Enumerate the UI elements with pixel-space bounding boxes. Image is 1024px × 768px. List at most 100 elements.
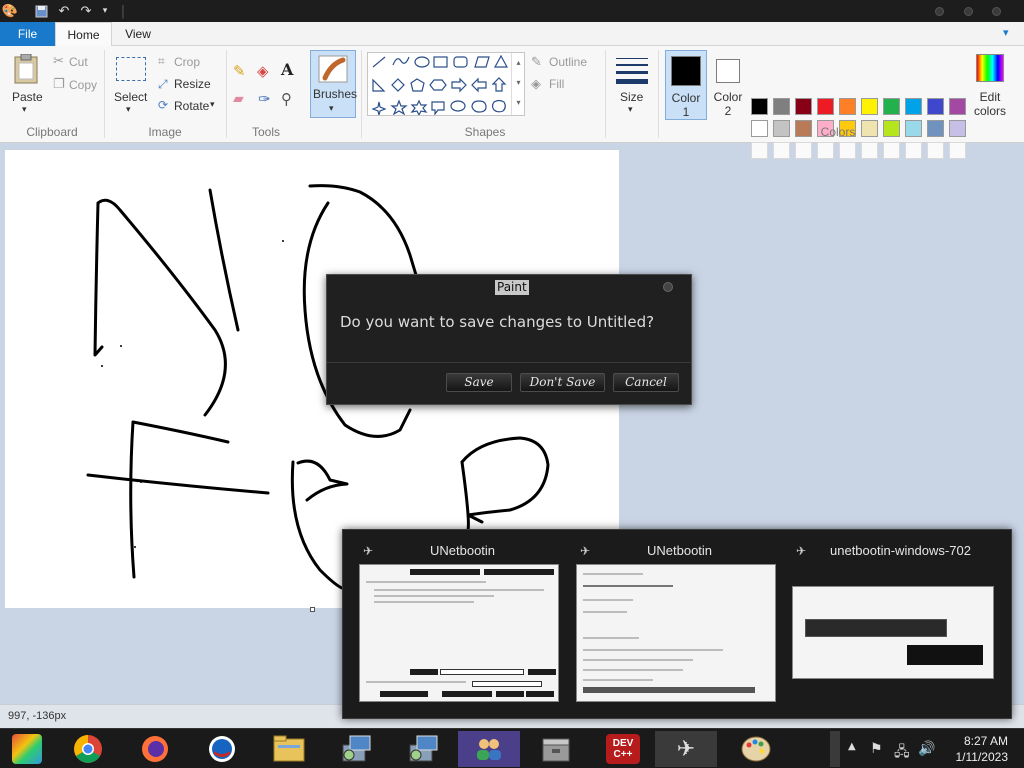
customize-toolbar-icon[interactable]: ▾: [97, 3, 113, 19]
taskbar-setup-2[interactable]: [392, 731, 454, 767]
tab-file[interactable]: File: [0, 22, 55, 46]
palette-swatch[interactable]: [949, 98, 966, 115]
copy-button[interactable]: Copy: [69, 78, 97, 92]
dialog-divider: [327, 362, 691, 363]
redo-icon[interactable]: ↷: [78, 3, 94, 19]
taskbar-dev-cpp[interactable]: DEV C++: [592, 731, 654, 767]
fill-button[interactable]: Fill: [549, 77, 564, 91]
palette-custom-swatch[interactable]: [751, 142, 768, 159]
palette-swatch[interactable]: [817, 98, 834, 115]
network-icon[interactable]: 🖧: [894, 741, 910, 765]
taskbar-firefox[interactable]: [124, 731, 186, 767]
thumbnail-preview[interactable]: [792, 586, 994, 679]
brushes-button[interactable]: Brushes ▾: [310, 50, 357, 118]
palette-swatch[interactable]: [751, 98, 768, 115]
palette-swatch[interactable]: [927, 120, 944, 137]
thumbnail-preview[interactable]: [576, 564, 776, 702]
color2-button[interactable]: Color 2: [709, 50, 747, 120]
size-button[interactable]: Size ▾: [612, 50, 652, 120]
clipboard-group-title: Clipboard: [26, 125, 78, 139]
taskbar-chrome[interactable]: [57, 731, 119, 767]
taskbar-clock[interactable]: 8:27 AM 1/11/2023: [956, 733, 1009, 765]
canvas-resize-handle[interactable]: [310, 607, 315, 612]
paste-button[interactable]: Paste ▾: [6, 50, 46, 120]
taskbar-file-explorer[interactable]: [258, 731, 320, 767]
palette-custom-swatch[interactable]: [839, 142, 856, 159]
divider: [104, 50, 105, 138]
palette-swatch[interactable]: [927, 98, 944, 115]
palette-swatch[interactable]: [949, 120, 966, 137]
select-button[interactable]: Select ▾: [110, 50, 152, 120]
dont-save-button[interactable]: Don't Save: [520, 373, 605, 392]
rotate-icon: ⟳: [158, 98, 169, 112]
palette-custom-swatch[interactable]: [795, 142, 812, 159]
tab-view[interactable]: View: [112, 22, 164, 46]
palette-custom-swatch[interactable]: [927, 142, 944, 159]
color1-button[interactable]: Color 1: [665, 50, 707, 120]
volume-icon[interactable]: 🔊: [918, 741, 935, 757]
palette-swatch[interactable]: [839, 98, 856, 115]
taskbar-paint[interactable]: [725, 731, 787, 767]
color-picker-icon[interactable]: ✑: [258, 90, 271, 108]
palette-custom-swatch[interactable]: [861, 142, 878, 159]
palette-swatch[interactable]: [883, 120, 900, 137]
help-icon[interactable]: ▾: [1003, 26, 1009, 39]
palette-custom-swatch[interactable]: [773, 142, 790, 159]
palette-custom-swatch[interactable]: [883, 142, 900, 159]
select-dropdown-icon[interactable]: ▾: [126, 104, 131, 115]
cancel-button[interactable]: Cancel: [613, 373, 679, 392]
edit-colors-button[interactable]: Edit colors: [970, 50, 1010, 122]
shapes-gallery[interactable]: [367, 52, 525, 117]
palette-custom-swatch[interactable]: [905, 142, 922, 159]
maximize-button[interactable]: [964, 7, 973, 16]
eraser-icon[interactable]: ▰: [233, 91, 244, 107]
thumbnail-preview[interactable]: [359, 564, 559, 702]
close-button[interactable]: [992, 7, 1001, 16]
paste-dropdown-icon[interactable]: ▾: [22, 104, 27, 115]
resize-button[interactable]: Resize: [174, 77, 211, 91]
taskbar-users[interactable]: [458, 731, 520, 767]
taskbar-scroll[interactable]: [830, 731, 840, 767]
palette-swatch[interactable]: [773, 98, 790, 115]
taskbar-opera[interactable]: [191, 731, 253, 767]
pencil-icon[interactable]: ✎: [233, 62, 246, 80]
palette-swatch[interactable]: [795, 98, 812, 115]
text-tool-icon[interactable]: A: [281, 60, 293, 79]
cut-button[interactable]: Cut: [69, 55, 88, 69]
palette-swatch[interactable]: [751, 120, 768, 137]
rotate-dropdown-icon[interactable]: ▾: [210, 99, 215, 110]
crop-icon: ⌗: [158, 54, 165, 68]
save-changes-dialog: Paint Do you want to save changes to Unt…: [326, 274, 692, 405]
palette-swatch[interactable]: [905, 98, 922, 115]
save-button[interactable]: Save: [446, 373, 512, 392]
palette-swatch[interactable]: [883, 98, 900, 115]
taskbar-installer[interactable]: [525, 731, 587, 767]
thumbnail-title[interactable]: unetbootin-windows-702: [830, 543, 971, 558]
shapes-scroll[interactable]: ▴ ▾ ▾: [511, 53, 525, 115]
crop-button[interactable]: Crop: [174, 55, 200, 69]
palette-swatch[interactable]: [773, 120, 790, 137]
tab-home[interactable]: Home: [55, 22, 112, 46]
thumbnail-title[interactable]: UNetbootin: [430, 543, 495, 558]
fill-bucket-icon[interactable]: ◈: [257, 62, 269, 80]
flag-icon[interactable]: ⚑: [870, 741, 883, 757]
dialog-close-button[interactable]: [663, 282, 673, 292]
outline-button[interactable]: Outline: [549, 55, 587, 69]
palette-swatch[interactable]: [905, 120, 922, 137]
taskbar-unetbootin[interactable]: ✈: [655, 731, 717, 767]
minimize-button[interactable]: [935, 7, 944, 16]
divider: [226, 50, 227, 138]
palette-swatch[interactable]: [861, 98, 878, 115]
show-hidden-icons[interactable]: ▲: [848, 741, 856, 752]
palette-custom-swatch[interactable]: [817, 142, 834, 159]
undo-icon[interactable]: ↶: [56, 3, 72, 19]
start-icon: [12, 734, 42, 764]
save-icon[interactable]: [33, 3, 49, 19]
rotate-button[interactable]: Rotate: [174, 99, 209, 113]
taskbar-start-button[interactable]: [0, 731, 58, 767]
magnifier-icon[interactable]: ⚲: [281, 90, 292, 108]
palette-custom-swatch[interactable]: [949, 142, 966, 159]
paint-app-icon[interactable]: 🎨: [2, 3, 18, 19]
taskbar-setup-1[interactable]: [325, 731, 387, 767]
thumbnail-title[interactable]: UNetbootin: [647, 543, 712, 558]
